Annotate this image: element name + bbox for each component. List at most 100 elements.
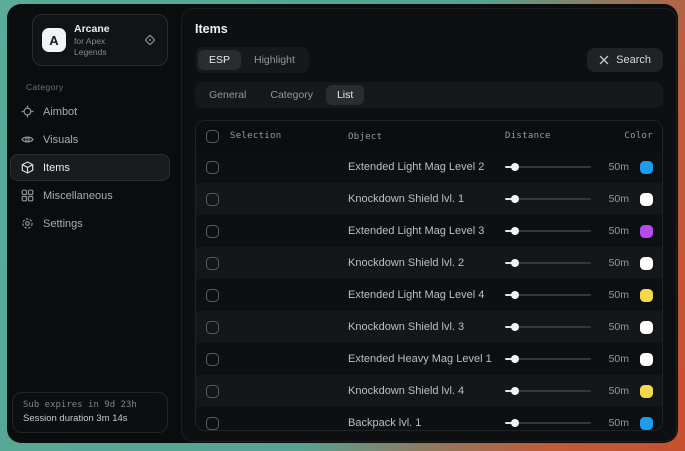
row-checkbox[interactable]	[206, 353, 219, 366]
table-row[interactable]: Knockdown Shield lvl. 4 50m	[196, 375, 662, 407]
object-name: Extended Light Mag Level 4	[348, 289, 505, 301]
sidebar-item-label: Settings	[43, 218, 83, 230]
view-tab[interactable]: List	[326, 85, 364, 105]
object-name: Knockdown Shield lvl. 3	[348, 321, 505, 333]
column-header-color: Color	[624, 131, 653, 141]
search-button-label: Search	[616, 54, 651, 66]
table-row[interactable]: Knockdown Shield lvl. 3 50m	[196, 311, 662, 343]
distance-value: 50m	[609, 193, 629, 205]
color-swatch[interactable]	[640, 353, 653, 366]
distance-slider[interactable]	[505, 162, 591, 172]
app-logo: A	[42, 28, 66, 52]
distance-value: 50m	[609, 417, 629, 429]
object-name: Knockdown Shield lvl. 2	[348, 257, 505, 269]
mode-tab[interactable]: Highlight	[243, 50, 306, 70]
row-checkbox[interactable]	[206, 193, 219, 206]
row-checkbox[interactable]	[206, 417, 219, 430]
session-duration-text: Session duration 3m 14s	[23, 413, 157, 424]
distance-slider[interactable]	[505, 226, 591, 236]
gear-icon	[21, 217, 34, 230]
table-body: Extended Light Mag Level 2 50m	[196, 151, 662, 431]
mode-tabs: ESP Highlight	[195, 47, 309, 73]
object-name: Knockdown Shield lvl. 1	[348, 193, 505, 205]
view-tab[interactable]: Category	[259, 85, 324, 105]
page-title: Items	[195, 22, 663, 36]
color-swatch[interactable]	[640, 289, 653, 302]
distance-value: 50m	[609, 161, 629, 173]
crosshair-icon	[21, 105, 34, 118]
object-name: Knockdown Shield lvl. 4	[348, 385, 505, 397]
object-name: Extended Light Mag Level 3	[348, 225, 505, 237]
sidebar-section-label: Category	[26, 82, 170, 92]
sidebar-item[interactable]: Items	[10, 154, 170, 181]
sidebar-item[interactable]: Aimbot	[10, 98, 170, 125]
sidebar-item-label: Miscellaneous	[43, 190, 113, 202]
table-row[interactable]: Extended Light Mag Level 3 50m	[196, 215, 662, 247]
distance-slider[interactable]	[505, 354, 591, 364]
mode-toolbar: ESP Highlight Search	[195, 47, 663, 73]
row-checkbox[interactable]	[206, 385, 219, 398]
color-swatch[interactable]	[640, 417, 653, 430]
table-row[interactable]: Extended Light Mag Level 2 50m	[196, 151, 662, 183]
color-swatch[interactable]	[640, 225, 653, 238]
overlay-window: A Arcane for Apex Legends Category Aimbo…	[7, 4, 678, 443]
distance-slider[interactable]	[505, 258, 591, 268]
column-header-object: Object	[348, 132, 382, 142]
diamond-icon[interactable]	[142, 32, 158, 48]
table-header-row: Selection Object Distance Color	[196, 121, 662, 151]
app-header-card: A Arcane for Apex Legends	[32, 14, 168, 66]
sidebar-item[interactable]: Miscellaneous	[10, 182, 170, 209]
cube-icon	[21, 161, 34, 174]
app-subtitle: for Apex Legends	[74, 36, 134, 57]
distance-slider[interactable]	[505, 322, 591, 332]
column-header-distance: Distance	[505, 131, 551, 141]
object-name: Backpack lvl. 1	[348, 417, 505, 429]
sidebar-nav: Aimbot Visuals Items Miscellaneous	[10, 98, 170, 237]
main-panel: Items ESP Highlight Search	[181, 8, 677, 442]
table-row[interactable]: Backpack lvl. 1 50m	[196, 407, 662, 431]
grid-icon	[21, 189, 34, 202]
sidebar-item[interactable]: Visuals	[10, 126, 170, 153]
distance-slider[interactable]	[505, 290, 591, 300]
session-info-card: Sub expires in 9d 23h Session duration 3…	[12, 392, 168, 433]
table-row[interactable]: Extended Heavy Mag Level 1 50m	[196, 343, 662, 375]
sidebar-item-label: Visuals	[43, 134, 78, 146]
distance-value: 50m	[609, 385, 629, 397]
view-tab[interactable]: General	[198, 85, 257, 105]
row-checkbox[interactable]	[206, 257, 219, 270]
table-row[interactable]: Knockdown Shield lvl. 1 50m	[196, 183, 662, 215]
distance-value: 50m	[609, 225, 629, 237]
row-checkbox[interactable]	[206, 321, 219, 334]
distance-value: 50m	[609, 289, 629, 301]
distance-slider[interactable]	[505, 418, 591, 428]
row-checkbox[interactable]	[206, 289, 219, 302]
app-name: Arcane	[74, 23, 134, 36]
color-swatch[interactable]	[640, 193, 653, 206]
table-row[interactable]: Extended Light Mag Level 4 50m	[196, 279, 662, 311]
sidebar-item-label: Items	[43, 162, 70, 174]
color-swatch[interactable]	[640, 321, 653, 334]
row-checkbox[interactable]	[206, 225, 219, 238]
eye-icon	[21, 133, 34, 146]
sidebar-item-label: Aimbot	[43, 106, 77, 118]
sidebar-item[interactable]: Settings	[10, 210, 170, 237]
sidebar: A Arcane for Apex Legends Category Aimbo…	[7, 4, 175, 443]
color-swatch[interactable]	[640, 257, 653, 270]
distance-slider[interactable]	[505, 194, 591, 204]
distance-value: 50m	[609, 257, 629, 269]
color-swatch[interactable]	[640, 161, 653, 174]
mode-tab[interactable]: ESP	[198, 50, 241, 70]
x-icon	[599, 55, 609, 65]
items-table: Selection Object Distance Color Extended…	[195, 120, 663, 431]
select-all-checkbox[interactable]	[206, 130, 219, 143]
sub-expires-text: Sub expires in 9d 23h	[23, 400, 157, 410]
row-checkbox[interactable]	[206, 161, 219, 174]
color-swatch[interactable]	[640, 385, 653, 398]
table-row[interactable]: Knockdown Shield lvl. 2 50m	[196, 247, 662, 279]
distance-value: 50m	[609, 353, 629, 365]
column-header-selection: Selection	[230, 131, 281, 141]
distance-slider[interactable]	[505, 386, 591, 396]
search-button[interactable]: Search	[587, 48, 663, 72]
object-name: Extended Light Mag Level 2	[348, 161, 505, 173]
object-name: Extended Heavy Mag Level 1	[348, 353, 505, 365]
